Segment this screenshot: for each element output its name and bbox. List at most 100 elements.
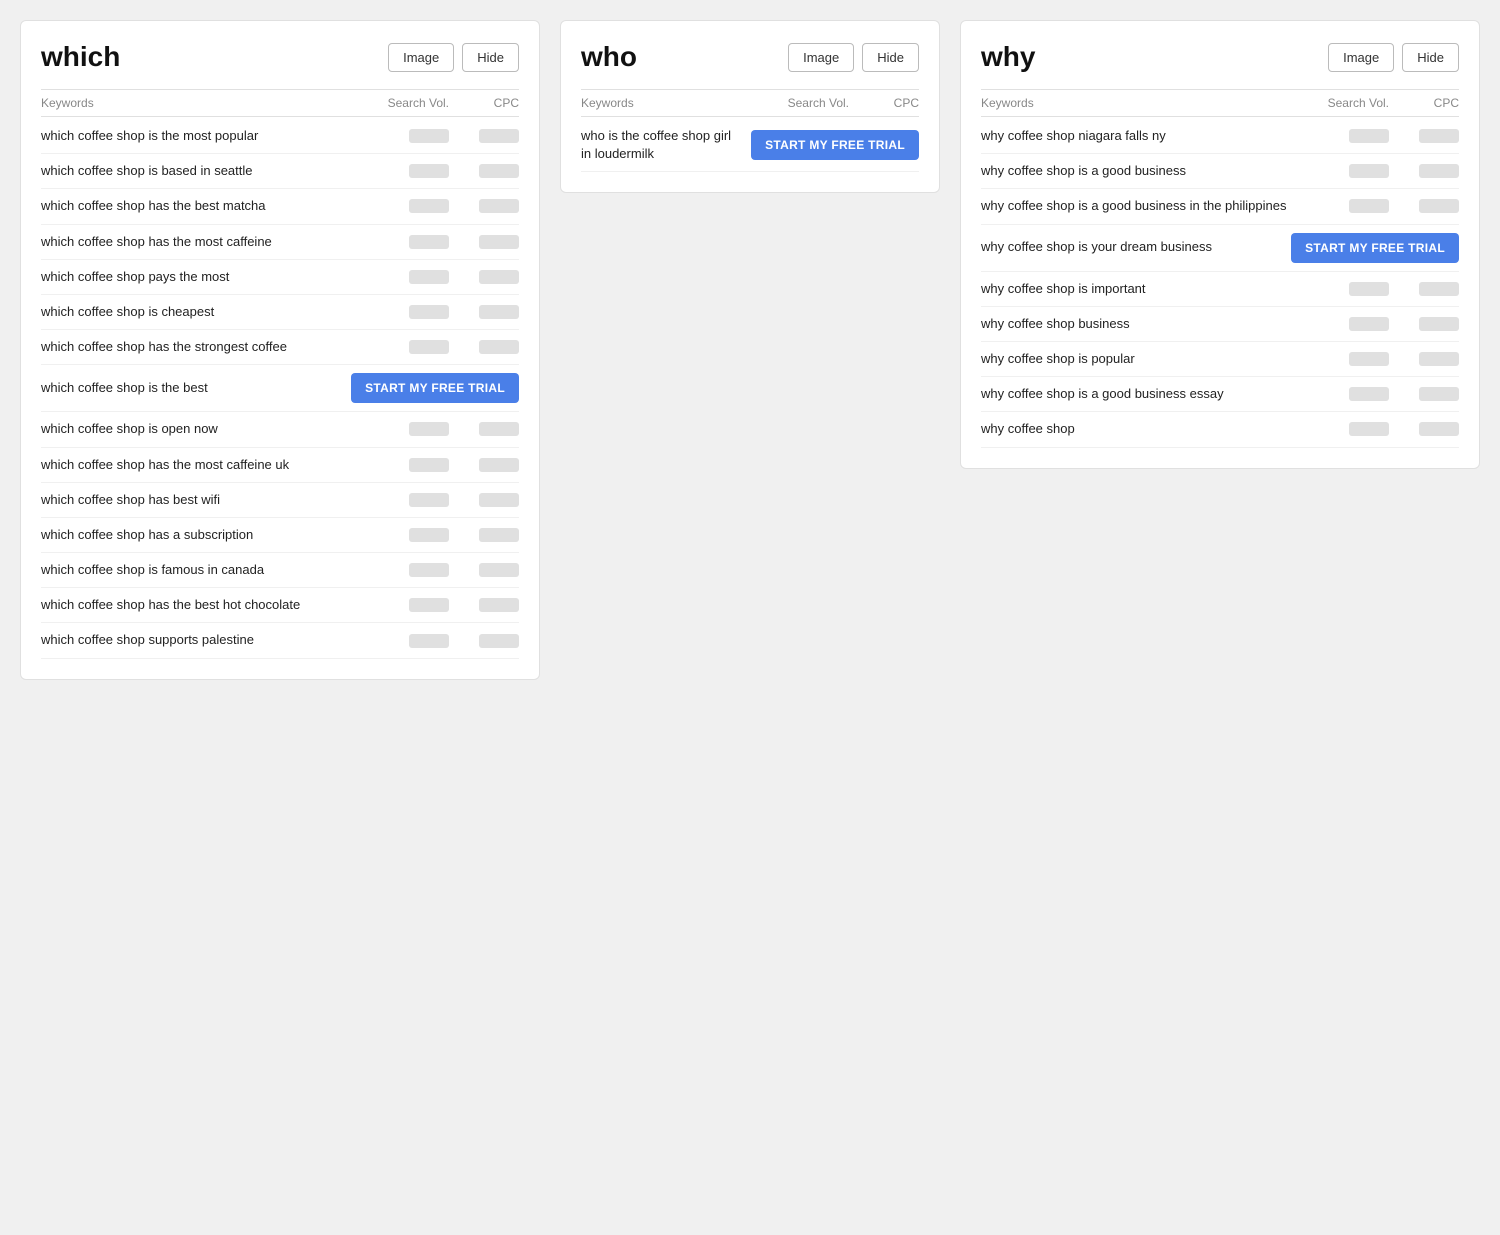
panel-which: whichImageHideKeywordsSearch Vol.CPCwhic… <box>20 20 540 680</box>
cpc-pill <box>479 458 519 472</box>
search-vol-pill <box>409 305 449 319</box>
cpc-pill <box>479 422 519 436</box>
search-vol-pill <box>409 598 449 612</box>
keyword-text: which coffee shop has the most caffeine … <box>41 456 379 474</box>
search-vol-cell <box>379 422 459 436</box>
table-row: which coffee shop is based in seattle <box>41 154 519 189</box>
cpc-cell <box>1399 387 1459 401</box>
col-header-search-vol: Search Vol. <box>379 96 459 110</box>
cpc-pill <box>479 340 519 354</box>
search-vol-cell <box>379 270 459 284</box>
cpc-pill <box>1419 317 1459 331</box>
search-vol-cell <box>379 634 459 648</box>
panel-which-hide-button[interactable]: Hide <box>462 43 519 72</box>
trial-button-which-7[interactable]: START MY FREE TRIAL <box>351 373 519 403</box>
search-vol-pill <box>1349 317 1389 331</box>
cpc-pill <box>479 493 519 507</box>
cpc-pill <box>479 563 519 577</box>
cpc-pill <box>1419 422 1459 436</box>
keyword-text: which coffee shop pays the most <box>41 268 379 286</box>
search-vol-pill <box>409 199 449 213</box>
search-vol-pill <box>409 164 449 178</box>
search-vol-cell <box>1319 317 1399 331</box>
panel-which-image-button[interactable]: Image <box>388 43 454 72</box>
search-vol-pill <box>1349 199 1389 213</box>
panel-who-header: who Image Hide <box>581 41 919 73</box>
keyword-text: which coffee shop is the most popular <box>41 127 379 145</box>
search-vol-cell <box>379 340 459 354</box>
cpc-cell <box>459 235 519 249</box>
search-vol-pill <box>1349 164 1389 178</box>
table-row: which coffee shop is famous in canada <box>41 553 519 588</box>
panel-why-image-button[interactable]: Image <box>1328 43 1394 72</box>
trial-button-why-3[interactable]: START MY FREE TRIAL <box>1291 233 1459 263</box>
cpc-pill <box>1419 129 1459 143</box>
panel-who-table-header: KeywordsSearch Vol.CPC <box>581 89 919 117</box>
keyword-text: why coffee shop is a good business <box>981 162 1319 180</box>
table-row: which coffee shop supports palestine <box>41 623 519 658</box>
search-vol-pill <box>409 270 449 284</box>
search-vol-pill <box>409 563 449 577</box>
keyword-text: which coffee shop has a subscription <box>41 526 379 544</box>
keyword-text: why coffee shop niagara falls ny <box>981 127 1319 145</box>
search-vol-pill <box>1349 352 1389 366</box>
panel-who-image-button[interactable]: Image <box>788 43 854 72</box>
search-vol-pill <box>1349 282 1389 296</box>
table-row: which coffee shop is cheapest <box>41 295 519 330</box>
col-header-keywords: Keywords <box>581 96 779 110</box>
panel-who-buttons: Image Hide <box>788 43 919 72</box>
cpc-cell <box>459 270 519 284</box>
cpc-cell <box>459 164 519 178</box>
cpc-cell <box>459 199 519 213</box>
col-header-keywords: Keywords <box>41 96 379 110</box>
panel-why: whyImageHideKeywordsSearch Vol.CPCwhy co… <box>960 20 1480 469</box>
cpc-pill <box>479 270 519 284</box>
panel-why-table-header: KeywordsSearch Vol.CPC <box>981 89 1459 117</box>
search-vol-pill <box>409 634 449 648</box>
cpc-cell <box>1399 164 1459 178</box>
trial-button-who-0[interactable]: START MY FREE TRIAL <box>751 130 919 160</box>
keyword-text: which coffee shop has the best hot choco… <box>41 596 379 614</box>
search-vol-pill <box>1349 129 1389 143</box>
keyword-text: which coffee shop supports palestine <box>41 631 379 649</box>
table-row: which coffee shop has the most caffeine <box>41 225 519 260</box>
search-vol-cell <box>1319 422 1399 436</box>
keyword-text: why coffee shop <box>981 420 1319 438</box>
search-vol-cell <box>379 164 459 178</box>
table-row: why coffee shop is your dream businessST… <box>981 225 1459 272</box>
panel-which-buttons: Image Hide <box>388 43 519 72</box>
panels-container: whichImageHideKeywordsSearch Vol.CPCwhic… <box>20 20 1480 680</box>
panel-who-hide-button[interactable]: Hide <box>862 43 919 72</box>
search-vol-pill <box>409 528 449 542</box>
cpc-cell <box>1399 129 1459 143</box>
panel-who-title: who <box>581 41 637 73</box>
search-vol-pill <box>409 129 449 143</box>
col-header-keywords: Keywords <box>981 96 1319 110</box>
keyword-text: which coffee shop is the best <box>41 379 351 397</box>
table-row: which coffee shop has the best matcha <box>41 189 519 224</box>
cpc-cell <box>1399 422 1459 436</box>
cpc-pill <box>479 305 519 319</box>
table-row: which coffee shop has best wifi <box>41 483 519 518</box>
cpc-pill <box>1419 164 1459 178</box>
keyword-text: which coffee shop has best wifi <box>41 491 379 509</box>
keyword-text: why coffee shop is a good business essay <box>981 385 1319 403</box>
panel-which-table-header: KeywordsSearch Vol.CPC <box>41 89 519 117</box>
keyword-text: why coffee shop is important <box>981 280 1319 298</box>
keyword-text: which coffee shop is open now <box>41 420 379 438</box>
cpc-pill <box>479 634 519 648</box>
table-row: which coffee shop is the most popular <box>41 119 519 154</box>
keyword-text: why coffee shop is a good business in th… <box>981 197 1319 215</box>
panel-why-hide-button[interactable]: Hide <box>1402 43 1459 72</box>
cpc-cell <box>459 563 519 577</box>
table-row: who is the coffee shop girl in loudermil… <box>581 119 919 172</box>
search-vol-pill <box>1349 387 1389 401</box>
keyword-text: why coffee shop is your dream business <box>981 238 1291 256</box>
table-row: which coffee shop has the strongest coff… <box>41 330 519 365</box>
keyword-text: which coffee shop is based in seattle <box>41 162 379 180</box>
cpc-pill <box>479 164 519 178</box>
panel-why-header: whyImageHide <box>981 41 1459 73</box>
cpc-cell <box>1399 199 1459 213</box>
search-vol-cell <box>1319 129 1399 143</box>
cpc-cell <box>459 305 519 319</box>
